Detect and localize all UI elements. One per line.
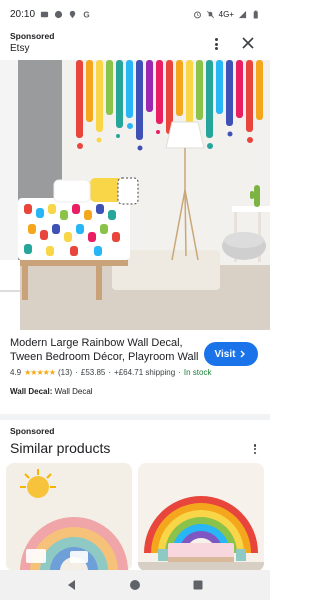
product-image[interactable]	[0, 60, 270, 330]
visit-button[interactable]: Visit	[204, 342, 258, 366]
product-attribute: Wall Decal: Wall Decal	[10, 387, 260, 396]
system-nav-bar	[0, 570, 270, 600]
similar-product-card[interactable]	[138, 463, 264, 571]
battery-icon	[253, 10, 258, 19]
attribute-value: Wall Decal	[54, 387, 93, 396]
shipping-cost: +£64.71 shipping	[114, 368, 176, 377]
visit-label: Visit	[214, 348, 236, 360]
sponsored-label: Sponsored	[10, 31, 55, 41]
alarm-icon	[193, 10, 201, 18]
recents-icon[interactable]	[191, 578, 205, 592]
attribute-name: Wall Decal:	[10, 387, 53, 396]
status-time: 20:10	[10, 8, 36, 20]
review-count: (13)	[57, 368, 73, 377]
similar-more-button[interactable]	[250, 442, 260, 456]
rating-stars: ★★★★★	[24, 368, 56, 377]
more-options-button[interactable]	[210, 36, 222, 52]
similar-product-card[interactable]	[6, 463, 132, 571]
more-vert-icon	[214, 38, 218, 41]
rainbow-sun-image	[6, 463, 132, 571]
signal-icon	[238, 10, 247, 18]
separator: ·	[108, 368, 112, 377]
product-title[interactable]: Modern Large Rainbow Wall Decal, Tween B…	[10, 336, 200, 364]
section-divider	[0, 414, 270, 420]
close-icon[interactable]	[240, 35, 256, 51]
network-type: 4G+	[218, 9, 234, 19]
separator: ·	[75, 368, 78, 377]
ad-header: Sponsored Etsy	[0, 30, 270, 60]
arrow-right-icon	[240, 350, 246, 358]
location-icon	[69, 10, 76, 18]
pinwheel-icon	[54, 10, 63, 18]
advertiser-name[interactable]: Etsy	[10, 43, 260, 54]
google-icon: G	[83, 10, 89, 18]
stock-status: In stock	[183, 368, 212, 377]
product-info: Modern Large Rainbow Wall Decal, Tween B…	[0, 336, 270, 396]
back-icon[interactable]	[65, 578, 79, 592]
mute-icon	[206, 10, 214, 18]
home-icon[interactable]	[128, 578, 142, 592]
price: £53.85	[80, 368, 106, 377]
rating-value: 4.9	[10, 368, 22, 377]
status-bar: 20:10 G 4G+	[0, 0, 270, 28]
similar-products-section: Sponsored Similar products	[0, 424, 270, 456]
more-vert-icon	[253, 444, 257, 447]
separator: ·	[178, 368, 181, 377]
rainbow-bedroom-image	[138, 463, 264, 571]
similar-products-title: Similar products	[10, 440, 111, 456]
message-icon	[40, 11, 49, 17]
svg-text:G: G	[83, 10, 89, 18]
similar-sponsored-label: Sponsored	[10, 426, 55, 436]
product-meta: 4.9 ★★★★★ (13) · £53.85 · +£64.71 shippi…	[10, 368, 260, 377]
rainbow-bedroom-image	[0, 60, 270, 330]
